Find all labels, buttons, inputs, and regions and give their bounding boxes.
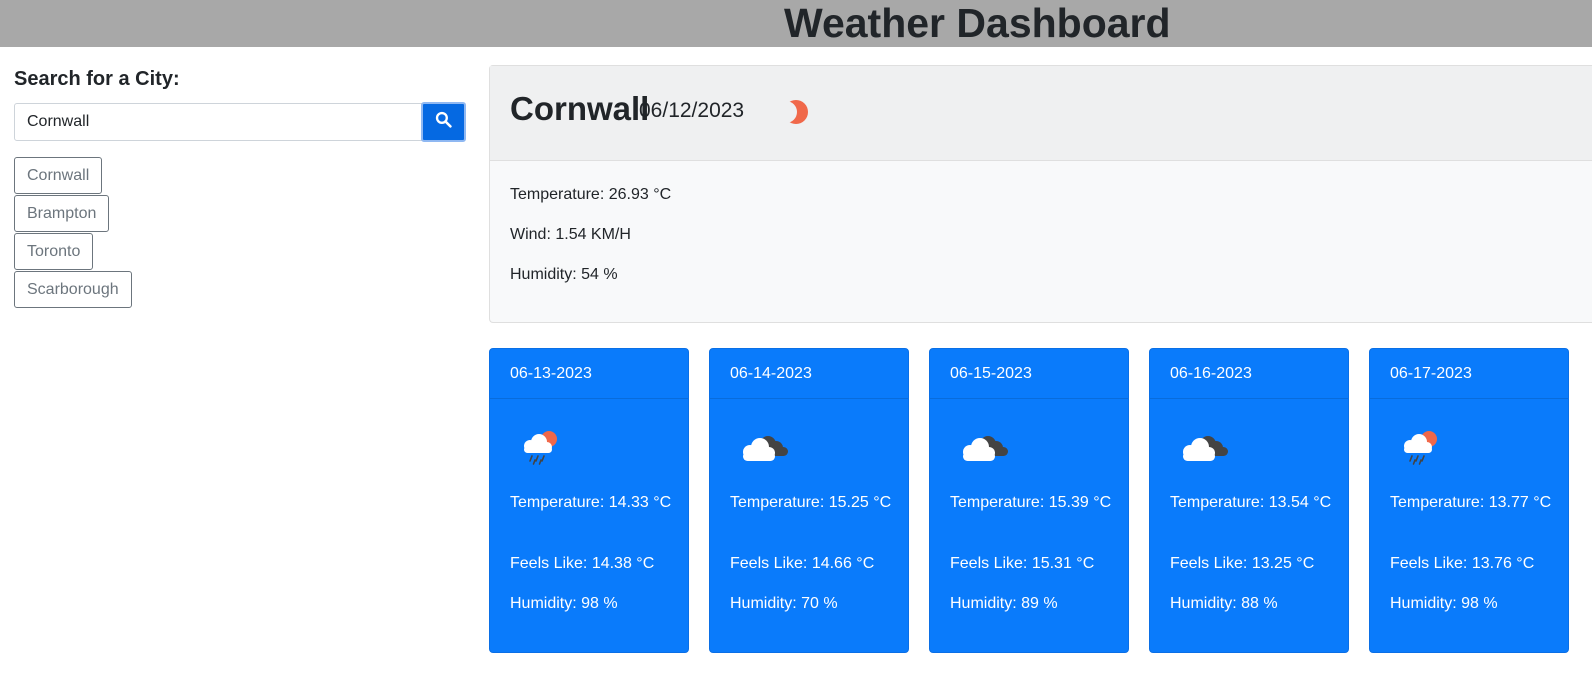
broken-clouds-icon bbox=[958, 427, 1010, 472]
forecast-date: 06-15-2023 bbox=[930, 349, 1128, 399]
forecast-temperature: Temperature: 13.54 °C bbox=[1170, 494, 1332, 511]
forecast-feels-like: Feels Like: 15.31 °C bbox=[950, 555, 1095, 572]
search-history: Cornwall Brampton Toronto Scarborough bbox=[14, 157, 132, 309]
forecast-card: 06-15-2023 Temperature: 15.39 °C Feels L… bbox=[929, 348, 1129, 653]
current-temperature: Temperature: 26.93 °C bbox=[510, 186, 672, 203]
forecast-feels-like: Feels Like: 14.38 °C bbox=[510, 555, 655, 572]
forecast-card: 06-16-2023 Temperature: 13.54 °C Feels L… bbox=[1149, 348, 1349, 653]
search-label: Search for a City: bbox=[14, 68, 180, 90]
forecast-date: 06-14-2023 bbox=[710, 349, 908, 399]
broken-clouds-icon bbox=[1178, 427, 1230, 472]
broken-clouds-icon bbox=[738, 427, 790, 472]
forecast-feels-like: Feels Like: 14.66 °C bbox=[730, 555, 875, 572]
forecast-feels-like: Feels Like: 13.25 °C bbox=[1170, 555, 1315, 572]
rain-sun-icon bbox=[518, 427, 564, 472]
current-city-name: Cornwall bbox=[510, 90, 650, 127]
forecast-humidity: Humidity: 98 % bbox=[510, 595, 618, 612]
forecast-temperature: Temperature: 15.25 °C bbox=[730, 494, 892, 511]
current-date: 06/12/2023 bbox=[639, 99, 745, 122]
history-button-scarborough[interactable]: Scarborough bbox=[14, 271, 132, 308]
page-header: Weather Dashboard bbox=[0, 0, 1592, 47]
history-button-cornwall[interactable]: Cornwall bbox=[14, 157, 103, 194]
forecast-temperature: Temperature: 14.33 °C bbox=[510, 494, 672, 511]
rain-sun-icon bbox=[1398, 427, 1444, 472]
search-button[interactable] bbox=[421, 102, 466, 142]
page-title: Weather Dashboard bbox=[784, 0, 1171, 46]
forecast-temperature: Temperature: 13.77 °C bbox=[1390, 494, 1552, 511]
forecast-date: 06-13-2023 bbox=[490, 349, 688, 399]
forecast-card: 06-14-2023 Temperature: 15.25 °C Feels L… bbox=[709, 348, 909, 653]
moon-partial-icon bbox=[772, 95, 812, 134]
forecast-card: 06-13-2023 Temperature: 14.33 °C Feels L… bbox=[489, 348, 689, 653]
forecast-temperature: Temperature: 15.39 °C bbox=[950, 494, 1112, 511]
current-humidity: Humidity: 54 % bbox=[510, 266, 618, 283]
forecast-date: 06-17-2023 bbox=[1370, 349, 1568, 399]
history-button-toronto[interactable]: Toronto bbox=[14, 233, 94, 270]
search-input[interactable] bbox=[14, 103, 422, 141]
forecast-feels-like: Feels Like: 13.76 °C bbox=[1390, 555, 1535, 572]
current-wind: Wind: 1.54 KM/H bbox=[510, 226, 631, 243]
forecast-humidity: Humidity: 70 % bbox=[730, 595, 838, 612]
search-icon bbox=[435, 111, 452, 133]
history-button-brampton[interactable]: Brampton bbox=[14, 195, 110, 232]
forecast-humidity: Humidity: 88 % bbox=[1170, 595, 1278, 612]
current-weather-header: Cornwall 06/12/2023 bbox=[490, 66, 1592, 161]
forecast-humidity: Humidity: 89 % bbox=[950, 595, 1058, 612]
forecast-date: 06-16-2023 bbox=[1150, 349, 1348, 399]
forecast-humidity: Humidity: 98 % bbox=[1390, 595, 1498, 612]
current-weather-card: Cornwall 06/12/2023 Temperature: 26.93 °… bbox=[489, 65, 1592, 323]
forecast-card: 06-17-2023 Temperature: 13.77 °C Feels L… bbox=[1369, 348, 1569, 653]
